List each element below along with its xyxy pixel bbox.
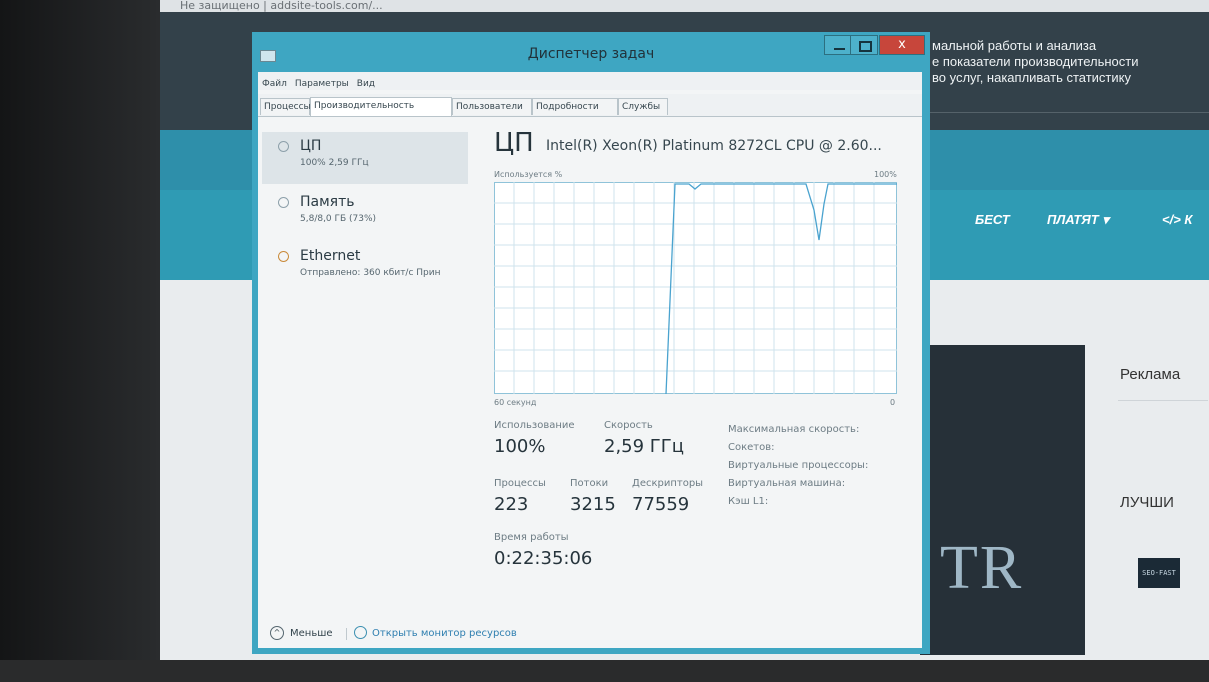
- performance-sidebar: ЦП 100% 2,59 ГГц Память 5,8/8,0 ГБ (73%)…: [258, 128, 468, 608]
- browser-address-bar[interactable]: Не защищено | addsite-tools.com/...: [160, 0, 1209, 12]
- cpu-indicator-icon: [278, 141, 289, 152]
- tab-details[interactable]: Подробности: [532, 98, 618, 115]
- fewer-details-button[interactable]: Меньше: [290, 628, 333, 639]
- threads-value: 3215: [570, 494, 616, 515]
- cpu-performance-pane: ЦП Intel(R) Xeon(R) Platinum 8272CL CPU …: [478, 128, 908, 608]
- side-divider: [1118, 400, 1208, 401]
- address-text: Не защищено | addsite-tools.com/...: [180, 0, 383, 12]
- window-client-area: Файл Параметры Вид Процессы Производительн…: [258, 72, 922, 648]
- close-icon: x: [898, 37, 906, 52]
- sidebar-item-label: Память: [300, 194, 355, 210]
- sidebar-item-memory[interactable]: Память 5,8/8,0 ГБ (73%): [262, 188, 468, 240]
- close-button[interactable]: x: [879, 35, 925, 55]
- nav-item-pay[interactable]: ПЛАТЯТ ▾: [1047, 212, 1109, 228]
- tab-performance[interactable]: Производительность: [310, 97, 452, 116]
- handles-label: Дескрипторы: [632, 478, 704, 489]
- sidebar-item-label: ЦП: [300, 138, 322, 154]
- processes-label: Процессы: [494, 478, 546, 489]
- sidebar-item-ethernet[interactable]: Ethernet Отправлено: 360 кбит/с Прин: [262, 242, 468, 294]
- chevron-up-icon[interactable]: ^: [270, 626, 284, 640]
- site-banner[interactable]: TR: [920, 345, 1085, 655]
- sidebar-item-detail: Отправлено: 360 кбит/с Прин: [300, 268, 441, 278]
- sidebar-item-detail: 100% 2,59 ГГц: [300, 158, 369, 168]
- window-footer: ^ Меньше Открыть монитор ресурсов: [258, 616, 922, 648]
- uptime-label: Время работы: [494, 532, 569, 543]
- sidebar-item-cpu[interactable]: ЦП 100% 2,59 ГГц: [262, 132, 468, 184]
- graph-frame: [494, 182, 897, 394]
- cpu-usage-graph: [494, 182, 897, 394]
- threads-label: Потоки: [570, 478, 609, 489]
- sockets-label: Сокетов:: [728, 442, 775, 453]
- maximize-button[interactable]: [850, 35, 878, 55]
- nav-item-code[interactable]: </> К: [1162, 212, 1192, 227]
- speed-value: 2,59 ГГц: [604, 436, 685, 457]
- graph-time-label: 60 секунд: [494, 398, 537, 407]
- tab-strip: Процессы Производительность Пользователи…: [258, 94, 922, 117]
- open-resource-monitor-link[interactable]: Открыть монитор ресурсов: [372, 628, 517, 639]
- side-best-title: ЛУЧШИ: [1120, 494, 1174, 511]
- cpu-heading: ЦП: [494, 128, 534, 158]
- tab-services[interactable]: Службы: [618, 98, 668, 115]
- usage-label: Использование: [494, 420, 575, 431]
- sidebar-item-detail: 5,8/8,0 ГБ (73%): [300, 214, 377, 224]
- speed-label: Скорость: [604, 420, 653, 431]
- site-header-line-1: мальной работы и анализа: [932, 38, 1097, 53]
- side-advert-title: Реклама: [1120, 366, 1181, 383]
- site-header-line-3: во услуг, накапливать статистику: [932, 70, 1131, 85]
- virtual-processors-label: Виртуальные процессоры:: [728, 460, 869, 471]
- monitor-left-bezel: [0, 0, 160, 682]
- maximize-icon: [859, 41, 872, 52]
- tab-processes[interactable]: Процессы: [260, 98, 311, 115]
- uptime-value: 0:22:35:06: [494, 548, 593, 569]
- minimize-icon: [834, 48, 845, 50]
- tab-users[interactable]: Пользователи: [452, 98, 532, 115]
- max-speed-label: Максимальная скорость:: [728, 424, 860, 435]
- virtual-machine-label: Виртуальная машина:: [728, 478, 846, 489]
- site-header-line-2: е показатели производительности: [932, 54, 1139, 69]
- cpu-model-name: Intel(R) Xeon(R) Platinum 8272CL CPU @ 2…: [546, 138, 882, 154]
- seo-fast-thumbnail[interactable]: SEO-FAST: [1138, 558, 1180, 588]
- banner-logo: TR: [940, 534, 1024, 602]
- header-divider: [920, 112, 1209, 113]
- monitor-bottom-bezel: [0, 660, 1209, 682]
- usage-value: 100%: [494, 436, 546, 457]
- ethernet-indicator-icon: [278, 251, 289, 262]
- graph-zero-label: 0: [890, 398, 896, 407]
- sidebar-item-label: Ethernet: [300, 248, 361, 264]
- resource-monitor-icon: [354, 626, 367, 639]
- menu-view[interactable]: Вид: [353, 72, 379, 89]
- graph-max-label: 100%: [874, 170, 897, 179]
- l1-cache-label: Кэш L1:: [728, 496, 769, 507]
- menu-options[interactable]: Параметры: [291, 72, 353, 89]
- handles-value: 77559: [632, 494, 690, 515]
- nav-item-best[interactable]: БЕСТ: [975, 212, 1010, 227]
- task-manager-window: Диспетчер задач x Файл Параметры Вид Проце…: [252, 32, 930, 654]
- menu-file[interactable]: Файл: [258, 72, 291, 89]
- graph-usage-label: Используется %: [494, 170, 563, 179]
- footer-separator: [346, 628, 347, 640]
- processes-value: 223: [494, 494, 529, 515]
- memory-indicator-icon: [278, 197, 289, 208]
- menu-bar: Файл Параметры Вид: [258, 72, 922, 90]
